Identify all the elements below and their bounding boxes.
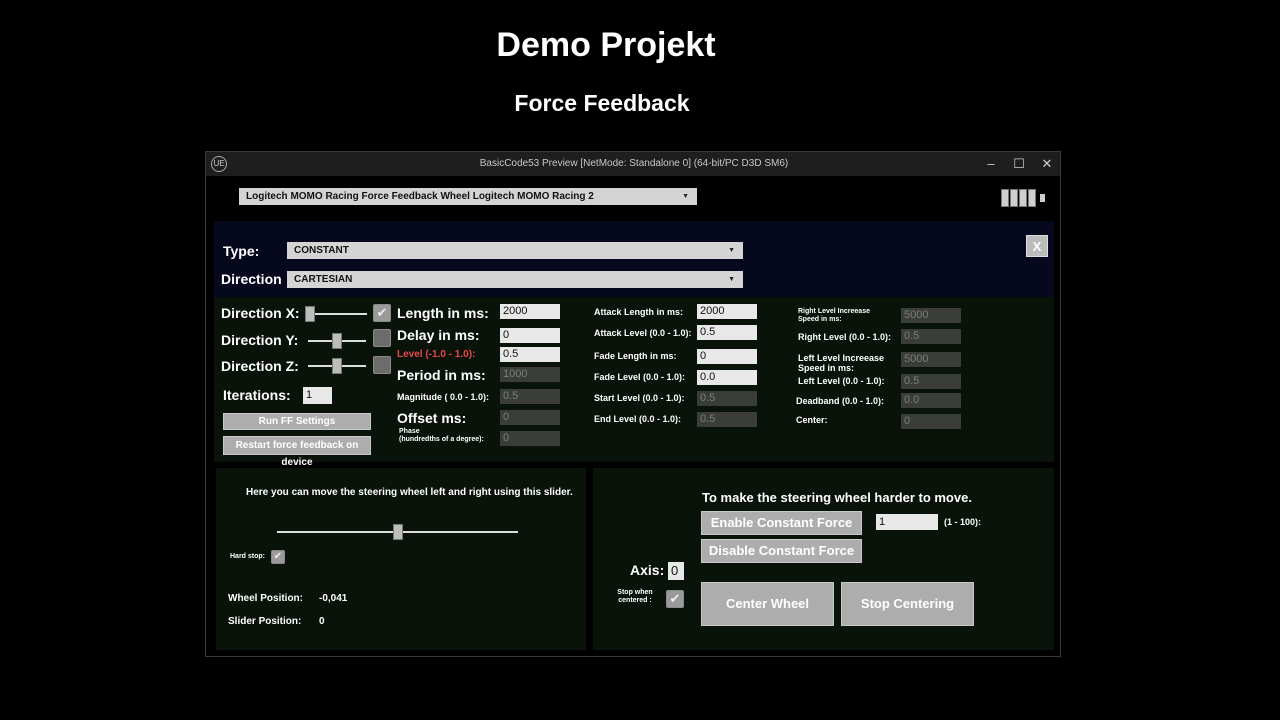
slider-thumb[interactable] [332, 333, 342, 349]
center-input[interactable]: 0 [901, 414, 961, 429]
offset-input[interactable]: 0 [500, 410, 560, 425]
deadband-input[interactable]: 0.0 [901, 393, 961, 408]
slider-thumb[interactable] [305, 306, 315, 322]
wheel-position-label: Wheel Position: [228, 593, 303, 604]
page-title: Demo Projekt [496, 26, 716, 64]
axis-label: Axis: [630, 562, 665, 578]
direction-x-slider[interactable] [305, 306, 367, 322]
slider-thumb[interactable] [393, 524, 403, 540]
start-level-label: Start Level (0.0 - 1.0): [594, 393, 685, 403]
steering-hint: Here you can move the steering wheel lef… [246, 487, 573, 498]
chevron-down-icon: ▼ [728, 276, 735, 283]
fade-level-input[interactable]: 0.0 [697, 370, 757, 385]
left-level-input[interactable]: 0.5 [901, 374, 961, 389]
left-speed-label: Left Level Increease Speed in ms: [798, 353, 885, 373]
direction-y-slider[interactable] [308, 333, 366, 349]
direction-x-label: Direction X: [221, 305, 300, 321]
close-window-button[interactable]: ✕ [1035, 155, 1059, 173]
left-level-label: Left Level (0.0 - 1.0): [798, 376, 885, 386]
wheel-position-value: -0,041 [319, 593, 348, 604]
slider-position-value: 0 [319, 616, 325, 627]
offset-label: Offset ms: [397, 410, 467, 426]
direction-y-checkbox[interactable] [373, 329, 391, 347]
right-level-label: Right Level (0.0 - 1.0): [798, 332, 892, 342]
disable-constant-force-button[interactable]: Disable Constant Force [701, 539, 862, 563]
direction-dropdown[interactable]: CARTESIAN ▼ [287, 271, 743, 288]
direction-y-label: Direction Y: [221, 332, 299, 348]
battery-icon [1001, 188, 1045, 208]
attack-length-label: Attack Length in ms: [594, 307, 684, 317]
attack-level-label: Attack Level (0.0 - 1.0): [594, 328, 692, 338]
steering-slider[interactable] [277, 524, 518, 540]
device-dropdown[interactable]: Logitech MOMO Racing Force Feedback Whee… [239, 188, 697, 205]
run-ff-settings-button[interactable]: Run FF Settings [223, 413, 371, 430]
stop-centered-checkbox[interactable]: ✔ [666, 590, 684, 608]
direction-type-label: Direction [221, 271, 282, 287]
right-speed-input[interactable]: 5000 [901, 308, 961, 323]
chevron-down-icon: ▼ [682, 193, 689, 200]
right-level-input[interactable]: 0.5 [901, 329, 961, 344]
iterations-label: Iterations: [223, 387, 291, 403]
axis-input[interactable]: 0 [668, 562, 684, 580]
delay-input[interactable]: 0 [500, 328, 560, 343]
right-speed-label: Right Level Increease Speed in ms: [798, 308, 870, 323]
level-label: Level (-1.0 - 1.0): [397, 349, 476, 360]
phase-input[interactable]: 0 [500, 431, 560, 446]
chevron-down-icon: ▼ [728, 247, 735, 254]
type-dropdown-value: CONSTANT [294, 245, 349, 256]
hard-stop-label: Hard stop: [230, 553, 265, 560]
start-level-input[interactable]: 0.5 [697, 391, 757, 406]
direction-x-checkbox[interactable]: ✔ [373, 304, 391, 322]
fade-level-label: Fade Level (0.0 - 1.0): [594, 372, 686, 382]
attack-level-input[interactable]: 0.5 [697, 325, 757, 340]
type-dropdown[interactable]: CONSTANT ▼ [287, 242, 743, 259]
iterations-input[interactable]: 1 [303, 387, 332, 404]
stop-centered-label: Stop when centered : [617, 589, 653, 604]
direction-z-checkbox[interactable] [373, 356, 391, 374]
close-effect-button[interactable]: X [1026, 235, 1048, 257]
direction-z-slider[interactable] [308, 358, 366, 374]
attack-length-input[interactable]: 2000 [697, 304, 757, 319]
phase-label: Phase [399, 428, 420, 435]
level-input[interactable]: 0.5 [500, 347, 560, 362]
type-label: Type: [223, 243, 260, 259]
magnitude-label: Magnitude ( 0.0 - 1.0): [397, 392, 490, 402]
slider-position-label: Slider Position: [228, 616, 302, 627]
direction-dropdown-value: CARTESIAN [294, 274, 353, 285]
minimize-button[interactable]: – [979, 155, 1003, 173]
direction-z-label: Direction Z: [221, 358, 299, 374]
constant-force-heading: To make the steering wheel harder to mov… [702, 490, 972, 505]
strength-input[interactable]: 1 [876, 514, 938, 530]
fade-length-input[interactable]: 0 [697, 349, 757, 364]
window-title: BasicCode53 Preview [NetMode: Standalone… [479, 158, 789, 169]
hard-stop-checkbox[interactable]: ✔ [271, 550, 285, 564]
center-label: Center: [796, 415, 828, 425]
restart-force-feedback-button[interactable]: Restart force feedback on device [223, 436, 371, 468]
device-dropdown-value: Logitech MOMO Racing Force Feedback Whee… [246, 191, 594, 202]
end-level-label: End Level (0.0 - 1.0): [594, 414, 682, 424]
length-input[interactable]: 2000 [500, 304, 560, 319]
center-wheel-button[interactable]: Center Wheel [701, 582, 834, 626]
maximize-button[interactable]: ☐ [1007, 155, 1031, 173]
end-level-input[interactable]: 0.5 [697, 412, 757, 427]
enable-constant-force-button[interactable]: Enable Constant Force [701, 511, 862, 535]
fade-length-label: Fade Length in ms: [594, 351, 677, 361]
strength-range-label: (1 - 100): [944, 517, 982, 527]
stop-centering-button[interactable]: Stop Centering [841, 582, 974, 626]
left-speed-input[interactable]: 5000 [901, 352, 961, 367]
page-subtitle: Force Feedback [514, 90, 690, 116]
period-input[interactable]: 1000 [500, 367, 560, 382]
length-label: Length in ms: [397, 305, 489, 321]
preview-window: UE BasicCode53 Preview [NetMode: Standal… [205, 151, 1061, 657]
window-titlebar: UE BasicCode53 Preview [NetMode: Standal… [206, 152, 1060, 176]
magnitude-input[interactable]: 0.5 [500, 389, 560, 404]
phase-sublabel: (hundredths of a degree): [399, 436, 484, 443]
period-label: Period in ms: [397, 367, 486, 383]
delay-label: Delay in ms: [397, 327, 480, 343]
slider-thumb[interactable] [332, 358, 342, 374]
deadband-label: Deadband (0.0 - 1.0): [796, 396, 885, 406]
